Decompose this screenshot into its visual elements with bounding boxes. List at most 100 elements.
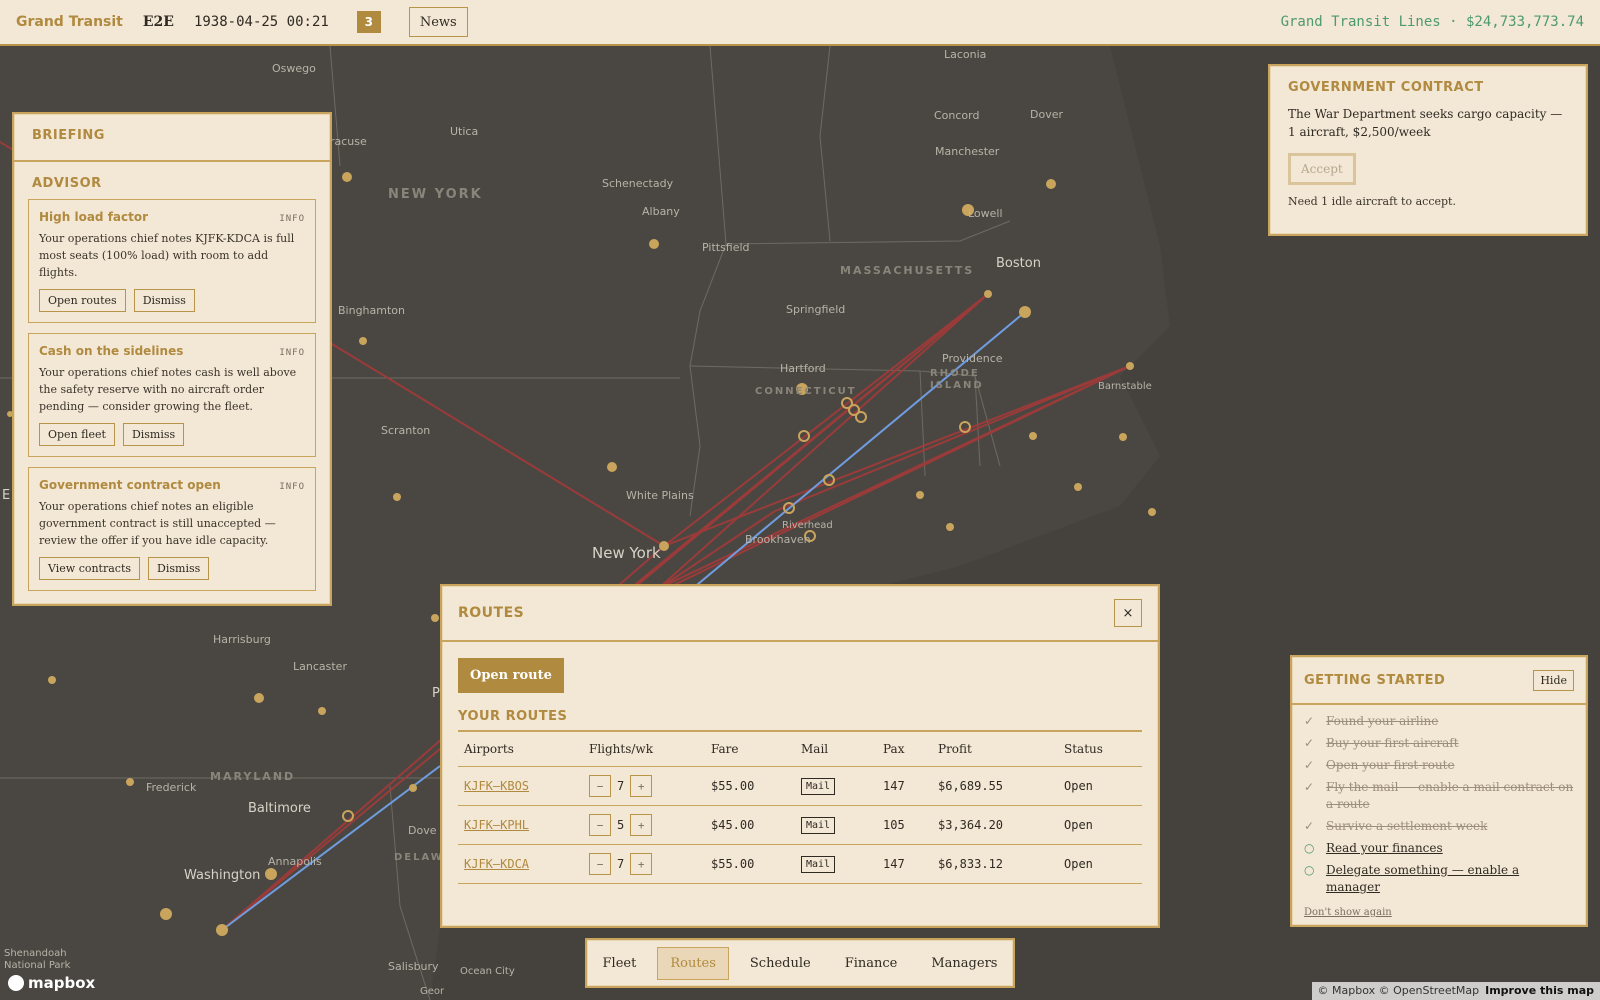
column-header-fare: Fare bbox=[705, 732, 795, 767]
delegate-manager-link[interactable]: Delegate something — enable a manager bbox=[1326, 862, 1574, 896]
map-label-laconia: Laconia bbox=[944, 48, 987, 61]
card-body: Your operations chief notes an eligible … bbox=[39, 500, 276, 547]
map-label-providence: Providence bbox=[942, 352, 1003, 365]
pax-value: 147 bbox=[877, 844, 932, 884]
tab-fleet[interactable]: Fleet bbox=[590, 947, 650, 980]
check-icon: ✓ bbox=[1304, 736, 1315, 750]
card-title: Cash on the sidelines bbox=[39, 344, 184, 358]
gov-contract-note: Need 1 idle aircraft to accept. bbox=[1288, 195, 1456, 208]
mail-toggle[interactable]: Mail bbox=[801, 855, 836, 873]
checklist-text: Open your first route bbox=[1326, 758, 1455, 772]
map-label-albany: Albany bbox=[642, 205, 680, 218]
attribution-text[interactable]: © Mapbox © OpenStreetMap bbox=[1318, 984, 1480, 998]
checklist-item: ✓ Survive a settlement week bbox=[1304, 818, 1574, 835]
getting-started-title: GETTING STARTED bbox=[1304, 672, 1446, 688]
profit-value: $6,689.55 bbox=[932, 766, 1058, 806]
table-header-row: Airports Flights/wk Fare Mail Pax Profit… bbox=[458, 732, 1142, 767]
airline-code: E2E bbox=[142, 14, 174, 30]
checklist-text: Survive a settlement week bbox=[1326, 819, 1488, 833]
advisor-card-cash: Cash on the sidelines INFO Your operatio… bbox=[28, 333, 316, 457]
route-airports-link[interactable]: KJFK–KBOS bbox=[458, 766, 583, 806]
mapbox-wordmark: mapbox bbox=[28, 974, 96, 992]
route-airports-link[interactable]: KJFK–KPHL bbox=[458, 805, 583, 845]
decrement-button[interactable]: − bbox=[589, 814, 611, 836]
map-attribution: © Mapbox © OpenStreetMap Improve this ma… bbox=[1311, 982, 1600, 1000]
news-count-badge[interactable]: 3 bbox=[356, 11, 381, 33]
mail-toggle[interactable]: Mail bbox=[801, 777, 836, 795]
map-label-e-edge: E bbox=[2, 488, 11, 503]
check-icon: ✓ bbox=[1304, 819, 1315, 833]
increment-button[interactable]: + bbox=[630, 814, 653, 836]
open-fleet-button[interactable]: Open fleet bbox=[39, 423, 115, 446]
fare-value: $55.00 bbox=[705, 766, 795, 806]
check-icon: ✓ bbox=[1304, 780, 1315, 794]
map-label-rhode: RHODE bbox=[930, 368, 980, 379]
status-value: Open bbox=[1058, 844, 1142, 884]
tab-schedule[interactable]: Schedule bbox=[737, 947, 824, 980]
column-header-profit: Profit bbox=[932, 732, 1058, 767]
routes-table: Airports Flights/wk Fare Mail Pax Profit… bbox=[458, 732, 1142, 884]
view-contracts-button[interactable]: View contracts bbox=[39, 557, 141, 580]
decrement-button[interactable]: − bbox=[589, 775, 611, 797]
map-label-new-york-state: NEW YORK bbox=[388, 187, 483, 202]
map-label-oswego: Oswego bbox=[272, 62, 316, 75]
open-routes-button[interactable]: Open routes bbox=[39, 289, 126, 312]
brand-logo: Grand Transit bbox=[16, 14, 123, 30]
checklist-item[interactable]: ○ Delegate something — enable a manager bbox=[1304, 862, 1574, 896]
checklist-item[interactable]: ○ Read your finances bbox=[1304, 840, 1574, 857]
getting-started-panel: GETTING STARTED Hide ✓ Found your airline… bbox=[1290, 655, 1588, 927]
map-label-dover: Dover bbox=[1030, 108, 1063, 121]
increment-button[interactable]: + bbox=[630, 853, 653, 875]
hide-button[interactable]: Hide bbox=[1533, 669, 1574, 691]
checklist-text: Fly the mail — enable a mail contract on… bbox=[1326, 780, 1574, 811]
checklist-text: Buy your first aircraft bbox=[1326, 736, 1459, 750]
pax-value: 147 bbox=[877, 766, 932, 806]
map-label-white-plains: White Plains bbox=[626, 489, 694, 502]
checklist-text: Found your airline bbox=[1326, 714, 1439, 728]
map-label-utica: Utica bbox=[450, 125, 479, 138]
routes-title: ROUTES bbox=[458, 605, 525, 621]
tab-managers[interactable]: Managers bbox=[918, 947, 1010, 980]
card-tag: INFO bbox=[279, 482, 305, 492]
map-label-schenectady: Schenectady bbox=[602, 177, 674, 190]
map-label-hartford: Hartford bbox=[780, 362, 826, 375]
dismiss-button[interactable]: Dismiss bbox=[148, 557, 210, 580]
improve-map-link[interactable]: Improve this map bbox=[1485, 984, 1594, 998]
card-title: Government contract open bbox=[39, 478, 221, 492]
column-header-flights: Flights/wk bbox=[583, 732, 705, 767]
map-label-shenandoah: Shenandoah bbox=[4, 948, 67, 959]
accept-button[interactable]: Accept bbox=[1288, 153, 1356, 185]
map-label-barnstable: Barnstable bbox=[1098, 381, 1152, 392]
table-row: KJFK–KPHL − 5 + $45.00 Mail 105 $3,364.2… bbox=[458, 805, 1142, 845]
decrement-button[interactable]: − bbox=[589, 853, 611, 875]
dont-show-again-link[interactable]: Don't show again bbox=[1292, 901, 1586, 924]
read-finances-link[interactable]: Read your finances bbox=[1326, 840, 1443, 857]
map-label-harrisburg: Harrisburg bbox=[213, 633, 271, 646]
route-airports-link[interactable]: KJFK–KDCA bbox=[458, 844, 583, 884]
column-header-mail: Mail bbox=[795, 732, 877, 767]
open-route-button[interactable]: Open route bbox=[458, 658, 564, 693]
news-button[interactable]: News bbox=[408, 7, 468, 37]
card-body: Your operations chief notes cash is well… bbox=[39, 366, 297, 413]
tab-finance[interactable]: Finance bbox=[832, 947, 911, 980]
increment-button[interactable]: + bbox=[630, 775, 653, 797]
dismiss-button[interactable]: Dismiss bbox=[122, 423, 185, 446]
tab-routes[interactable]: Routes bbox=[657, 946, 729, 980]
check-icon: ✓ bbox=[1304, 714, 1315, 728]
close-icon[interactable]: × bbox=[1114, 599, 1142, 627]
circle-icon: ○ bbox=[1304, 841, 1315, 855]
card-tag: INFO bbox=[279, 214, 305, 224]
map-label-connecticut: CONNECTICUT bbox=[755, 386, 857, 397]
flights-value: 7 bbox=[617, 779, 625, 793]
card-tag: INFO bbox=[279, 348, 305, 358]
routes-panel: ROUTES × Open route YOUR ROUTES Airports… bbox=[440, 584, 1160, 928]
map-label-ocean-city: Ocean City bbox=[460, 966, 515, 977]
checklist-item: ✓ Buy your first aircraft bbox=[1304, 735, 1574, 752]
map-label-salisbury: Salisbury bbox=[388, 960, 439, 973]
column-header-status: Status bbox=[1058, 732, 1142, 767]
checklist-item: ✓ Found your airline bbox=[1304, 713, 1574, 730]
mapbox-logo[interactable]: mapbox bbox=[8, 974, 95, 992]
map-label-frederick: Frederick bbox=[146, 781, 197, 794]
mail-toggle[interactable]: Mail bbox=[801, 816, 836, 834]
dismiss-button[interactable]: Dismiss bbox=[133, 289, 195, 312]
